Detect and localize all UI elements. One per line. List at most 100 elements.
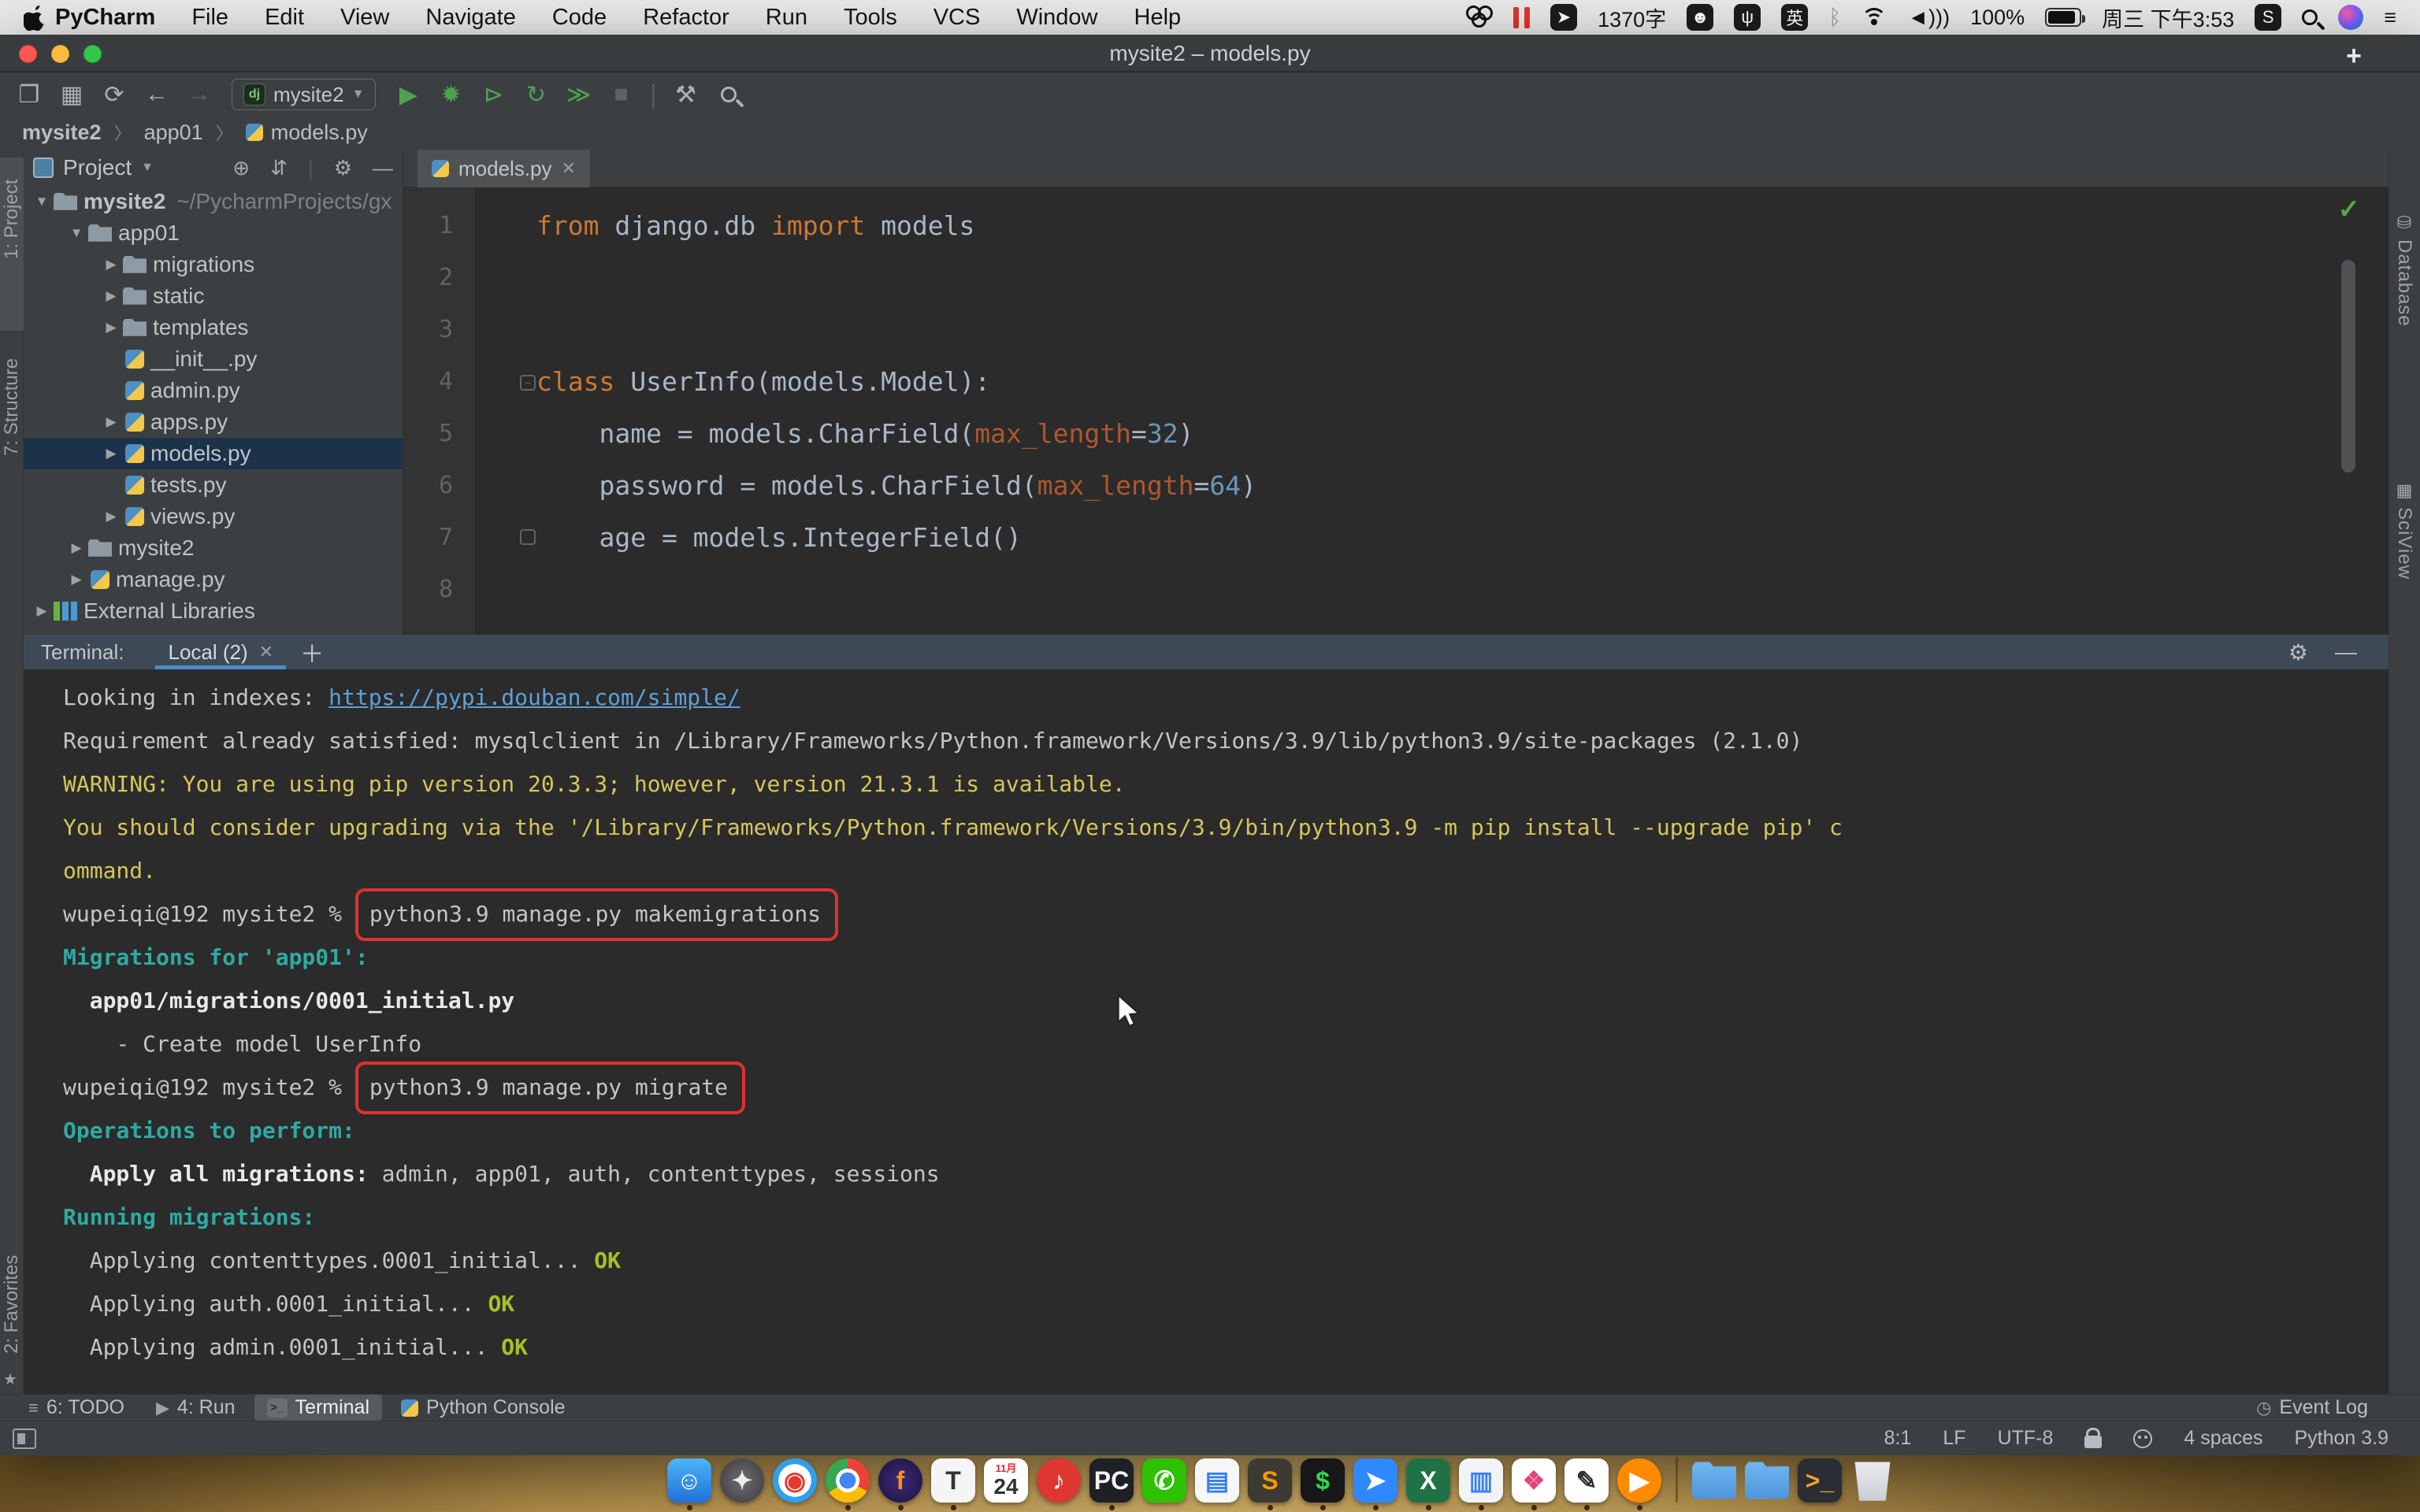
- dock-folder-2[interactable]: [1744, 1458, 1790, 1510]
- launchpad-icon[interactable]: ✦: [720, 1458, 764, 1503]
- sidebar-tab-project[interactable]: 1: Project: [0, 158, 24, 331]
- sogou-icon[interactable]: S: [2255, 4, 2281, 31]
- tab-terminal[interactable]: >_Terminal: [254, 1395, 382, 1421]
- control-center-icon[interactable]: ≡: [2384, 6, 2396, 30]
- wrench-settings-icon[interactable]: ⚒: [667, 76, 703, 113]
- menu-item-tools[interactable]: Tools: [844, 5, 897, 31]
- menu-item-pycharm[interactable]: PyCharm: [55, 5, 155, 31]
- dock-folder-1[interactable]: [1691, 1458, 1737, 1510]
- search-everywhere-icon[interactable]: [721, 87, 737, 102]
- dock-sketch[interactable]: ✎: [1564, 1458, 1609, 1510]
- hide-panel-icon[interactable]: —: [373, 156, 393, 180]
- terminal-gear-icon[interactable]: ⚙: [2288, 639, 2308, 665]
- highlighting-level-icon[interactable]: [2133, 1429, 2152, 1448]
- spotlight-icon[interactable]: [2302, 9, 2318, 25]
- editor-gutter[interactable]: 12345678: [403, 187, 474, 635]
- dock-netease-music[interactable]: ♪: [1036, 1458, 1082, 1510]
- event-log-button[interactable]: ◷Event Log: [2244, 1395, 2381, 1421]
- write-lock-icon[interactable]: [2084, 1436, 2102, 1448]
- caret-position[interactable]: 8:1: [1884, 1427, 1912, 1450]
- screen-record-pause-icon[interactable]: [1513, 7, 1530, 28]
- tree-toggle-icon[interactable]: ▶: [101, 509, 121, 524]
- tree-item--init-py[interactable]: __init__.py: [24, 343, 403, 375]
- rings-app-icon[interactable]: ❖: [1512, 1458, 1556, 1503]
- wifi-icon[interactable]: [1861, 8, 1887, 27]
- tree-item-tests-py[interactable]: tests.py: [24, 469, 403, 501]
- tree-toggle-icon[interactable]: ▶: [101, 446, 121, 461]
- breadcrumb-item-models.py[interactable]: models.py: [246, 120, 368, 145]
- interpreter[interactable]: Python 3.9: [2294, 1427, 2388, 1450]
- stop-icon[interactable]: ■: [603, 76, 639, 113]
- run-with-icon[interactable]: ≫: [560, 76, 596, 113]
- tv-app-icon[interactable]: ▶: [1617, 1458, 1661, 1503]
- tab-python-console[interactable]: Python Console: [388, 1395, 578, 1421]
- dingtalk-icon[interactable]: ➤: [1353, 1458, 1397, 1503]
- inspection-ok-icon[interactable]: ✓: [2338, 194, 2361, 225]
- dock-keynote[interactable]: ▤: [1194, 1458, 1240, 1510]
- siri-icon[interactable]: [2338, 5, 2363, 30]
- tree-item-admin-py[interactable]: admin.py: [24, 375, 403, 406]
- dock-sublime-text[interactable]: S: [1247, 1458, 1293, 1510]
- emoji-input-icon[interactable]: ☻: [1687, 4, 1713, 31]
- tree-item-views-py[interactable]: ▶views.py: [24, 501, 403, 532]
- dock-firefox[interactable]: f: [878, 1458, 923, 1510]
- dock-safari[interactable]: ◉: [772, 1458, 818, 1510]
- open-icon[interactable]: ❐: [11, 76, 47, 113]
- dock-remote-desktop[interactable]: ▥: [1458, 1458, 1504, 1510]
- tree-item-manage-py[interactable]: ▶manage.py: [24, 564, 403, 595]
- sync-icon[interactable]: ⟳: [96, 76, 132, 113]
- dock-launchpad[interactable]: ✦: [719, 1458, 765, 1510]
- menu-item-file[interactable]: File: [191, 5, 228, 31]
- terminal-hide-icon[interactable]: —: [2335, 639, 2357, 665]
- iterm-icon[interactable]: $: [1301, 1458, 1345, 1503]
- input-method-english[interactable]: 英: [1781, 4, 1808, 31]
- layout-toggle-icon[interactable]: [13, 1429, 36, 1449]
- tab-run[interactable]: ▶4: Run: [143, 1395, 248, 1421]
- sidebar-tab-structure[interactable]: 7: Structure: [0, 346, 24, 536]
- dock-trash[interactable]: [1850, 1458, 1895, 1510]
- dock-typora[interactable]: T: [930, 1458, 976, 1510]
- dingtalk-menu-icon[interactable]: ➤: [1550, 4, 1577, 31]
- terminal-output[interactable]: Looking in indexes: https://pypi.douban.…: [24, 669, 2388, 1394]
- collapse-all-icon[interactable]: ⇵: [270, 156, 288, 180]
- trash-icon[interactable]: [1850, 1458, 1895, 1503]
- run-coverage-icon[interactable]: ⊳: [475, 76, 511, 113]
- dock-excel[interactable]: X: [1405, 1458, 1451, 1510]
- sidebar-tab-database[interactable]: ⛁ Database: [2388, 213, 2420, 327]
- breadcrumb-item-app01[interactable]: app01: [144, 120, 203, 145]
- terminal-link[interactable]: https://pypi.douban.com/simple/: [328, 684, 740, 710]
- tree-toggle-icon[interactable]: ▶: [66, 540, 87, 556]
- dock-wechat[interactable]: ✆: [1141, 1458, 1187, 1510]
- dock-tv-app[interactable]: ▶: [1616, 1458, 1662, 1510]
- locate-file-icon[interactable]: ⊕: [232, 156, 250, 180]
- remote-desktop-icon[interactable]: ▥: [1459, 1458, 1503, 1503]
- tree-item-app01[interactable]: ▼app01: [24, 217, 403, 249]
- chrome-icon[interactable]: [826, 1458, 870, 1503]
- folder-2-icon[interactable]: [1745, 1458, 1789, 1503]
- menu-item-refactor[interactable]: Refactor: [643, 5, 729, 31]
- tree-item-static[interactable]: ▶static: [24, 280, 403, 312]
- dictation-mic-icon[interactable]: ψ: [1734, 4, 1761, 31]
- breadcrumb-item-mysite2[interactable]: mysite2: [22, 120, 102, 145]
- tree-item-apps-py[interactable]: ▶apps.py: [24, 406, 403, 438]
- app-rings-icon[interactable]: [1466, 6, 1493, 29]
- typora-icon[interactable]: T: [931, 1458, 975, 1503]
- run-configuration-selector[interactable]: djmysite2▼: [232, 79, 376, 110]
- battery-icon[interactable]: [2045, 8, 2081, 27]
- back-icon[interactable]: ←: [139, 76, 175, 113]
- tree-item-mysite2[interactable]: ▶mysite2: [24, 532, 403, 564]
- tree-toggle-icon[interactable]: ▶: [101, 288, 121, 304]
- tab-todo[interactable]: ≡6: TODO: [16, 1395, 137, 1421]
- menu-item-run[interactable]: Run: [766, 5, 807, 31]
- tree-item-migrations[interactable]: ▶migrations: [24, 249, 403, 280]
- wechat-icon[interactable]: ✆: [1142, 1458, 1186, 1503]
- menu-item-window[interactable]: Window: [1016, 5, 1097, 31]
- tree-toggle-icon[interactable]: ▼: [32, 194, 52, 209]
- titlebar-plus-icon[interactable]: +: [2346, 41, 2362, 72]
- menu-item-navigate[interactable]: Navigate: [425, 5, 515, 31]
- dock-finder[interactable]: ☺: [666, 1458, 712, 1510]
- tree-toggle-icon[interactable]: ▶: [32, 603, 52, 619]
- tree-item-mysite2[interactable]: ▼mysite2~/PycharmProjects/gx: [24, 186, 403, 217]
- finder-icon[interactable]: ☺: [667, 1458, 711, 1503]
- dock-iterm[interactable]: $: [1300, 1458, 1345, 1510]
